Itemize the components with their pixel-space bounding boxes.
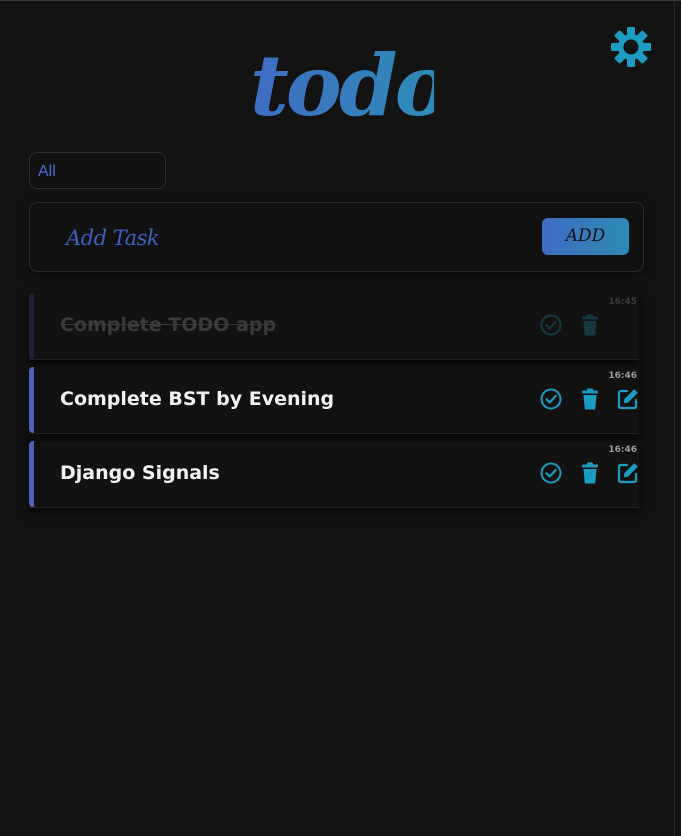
app-logo: todo — [250, 34, 451, 138]
check-circle-icon[interactable] — [539, 387, 563, 411]
check-circle-icon[interactable] — [539, 313, 563, 337]
check-circle-icon[interactable] — [539, 461, 563, 485]
trash-icon[interactable] — [578, 461, 602, 485]
add-task-input[interactable]: Add Task — [66, 221, 486, 255]
edit-icon[interactable] — [616, 387, 640, 411]
task-time: 16:46 — [608, 371, 637, 381]
task-title: Complete BST by Evening — [60, 388, 335, 410]
task-accent-bar — [29, 441, 34, 507]
add-button[interactable]: ADD — [542, 218, 629, 255]
task-time: 16:45 — [608, 297, 637, 307]
gear-icon[interactable] — [610, 26, 652, 68]
window-top-edge — [0, 0, 681, 1]
task-item: Django Signals 16:46 — [29, 441, 639, 508]
window-right-edge — [674, 0, 675, 836]
trash-icon[interactable] — [578, 313, 602, 337]
task-title: Complete TODO app — [60, 314, 277, 336]
task-accent-bar — [29, 293, 34, 359]
filter-select[interactable]: All — [29, 152, 166, 189]
task-time: 16:46 — [608, 445, 637, 455]
edit-icon[interactable] — [616, 461, 640, 485]
add-task-form: Add Task ADD — [29, 202, 644, 272]
task-accent-bar — [29, 367, 34, 433]
task-item: Complete TODO app 16:45 — [29, 293, 639, 360]
trash-icon[interactable] — [578, 387, 602, 411]
task-title: Django Signals — [60, 462, 220, 484]
task-item: Complete BST by Evening 16:46 — [29, 367, 639, 434]
